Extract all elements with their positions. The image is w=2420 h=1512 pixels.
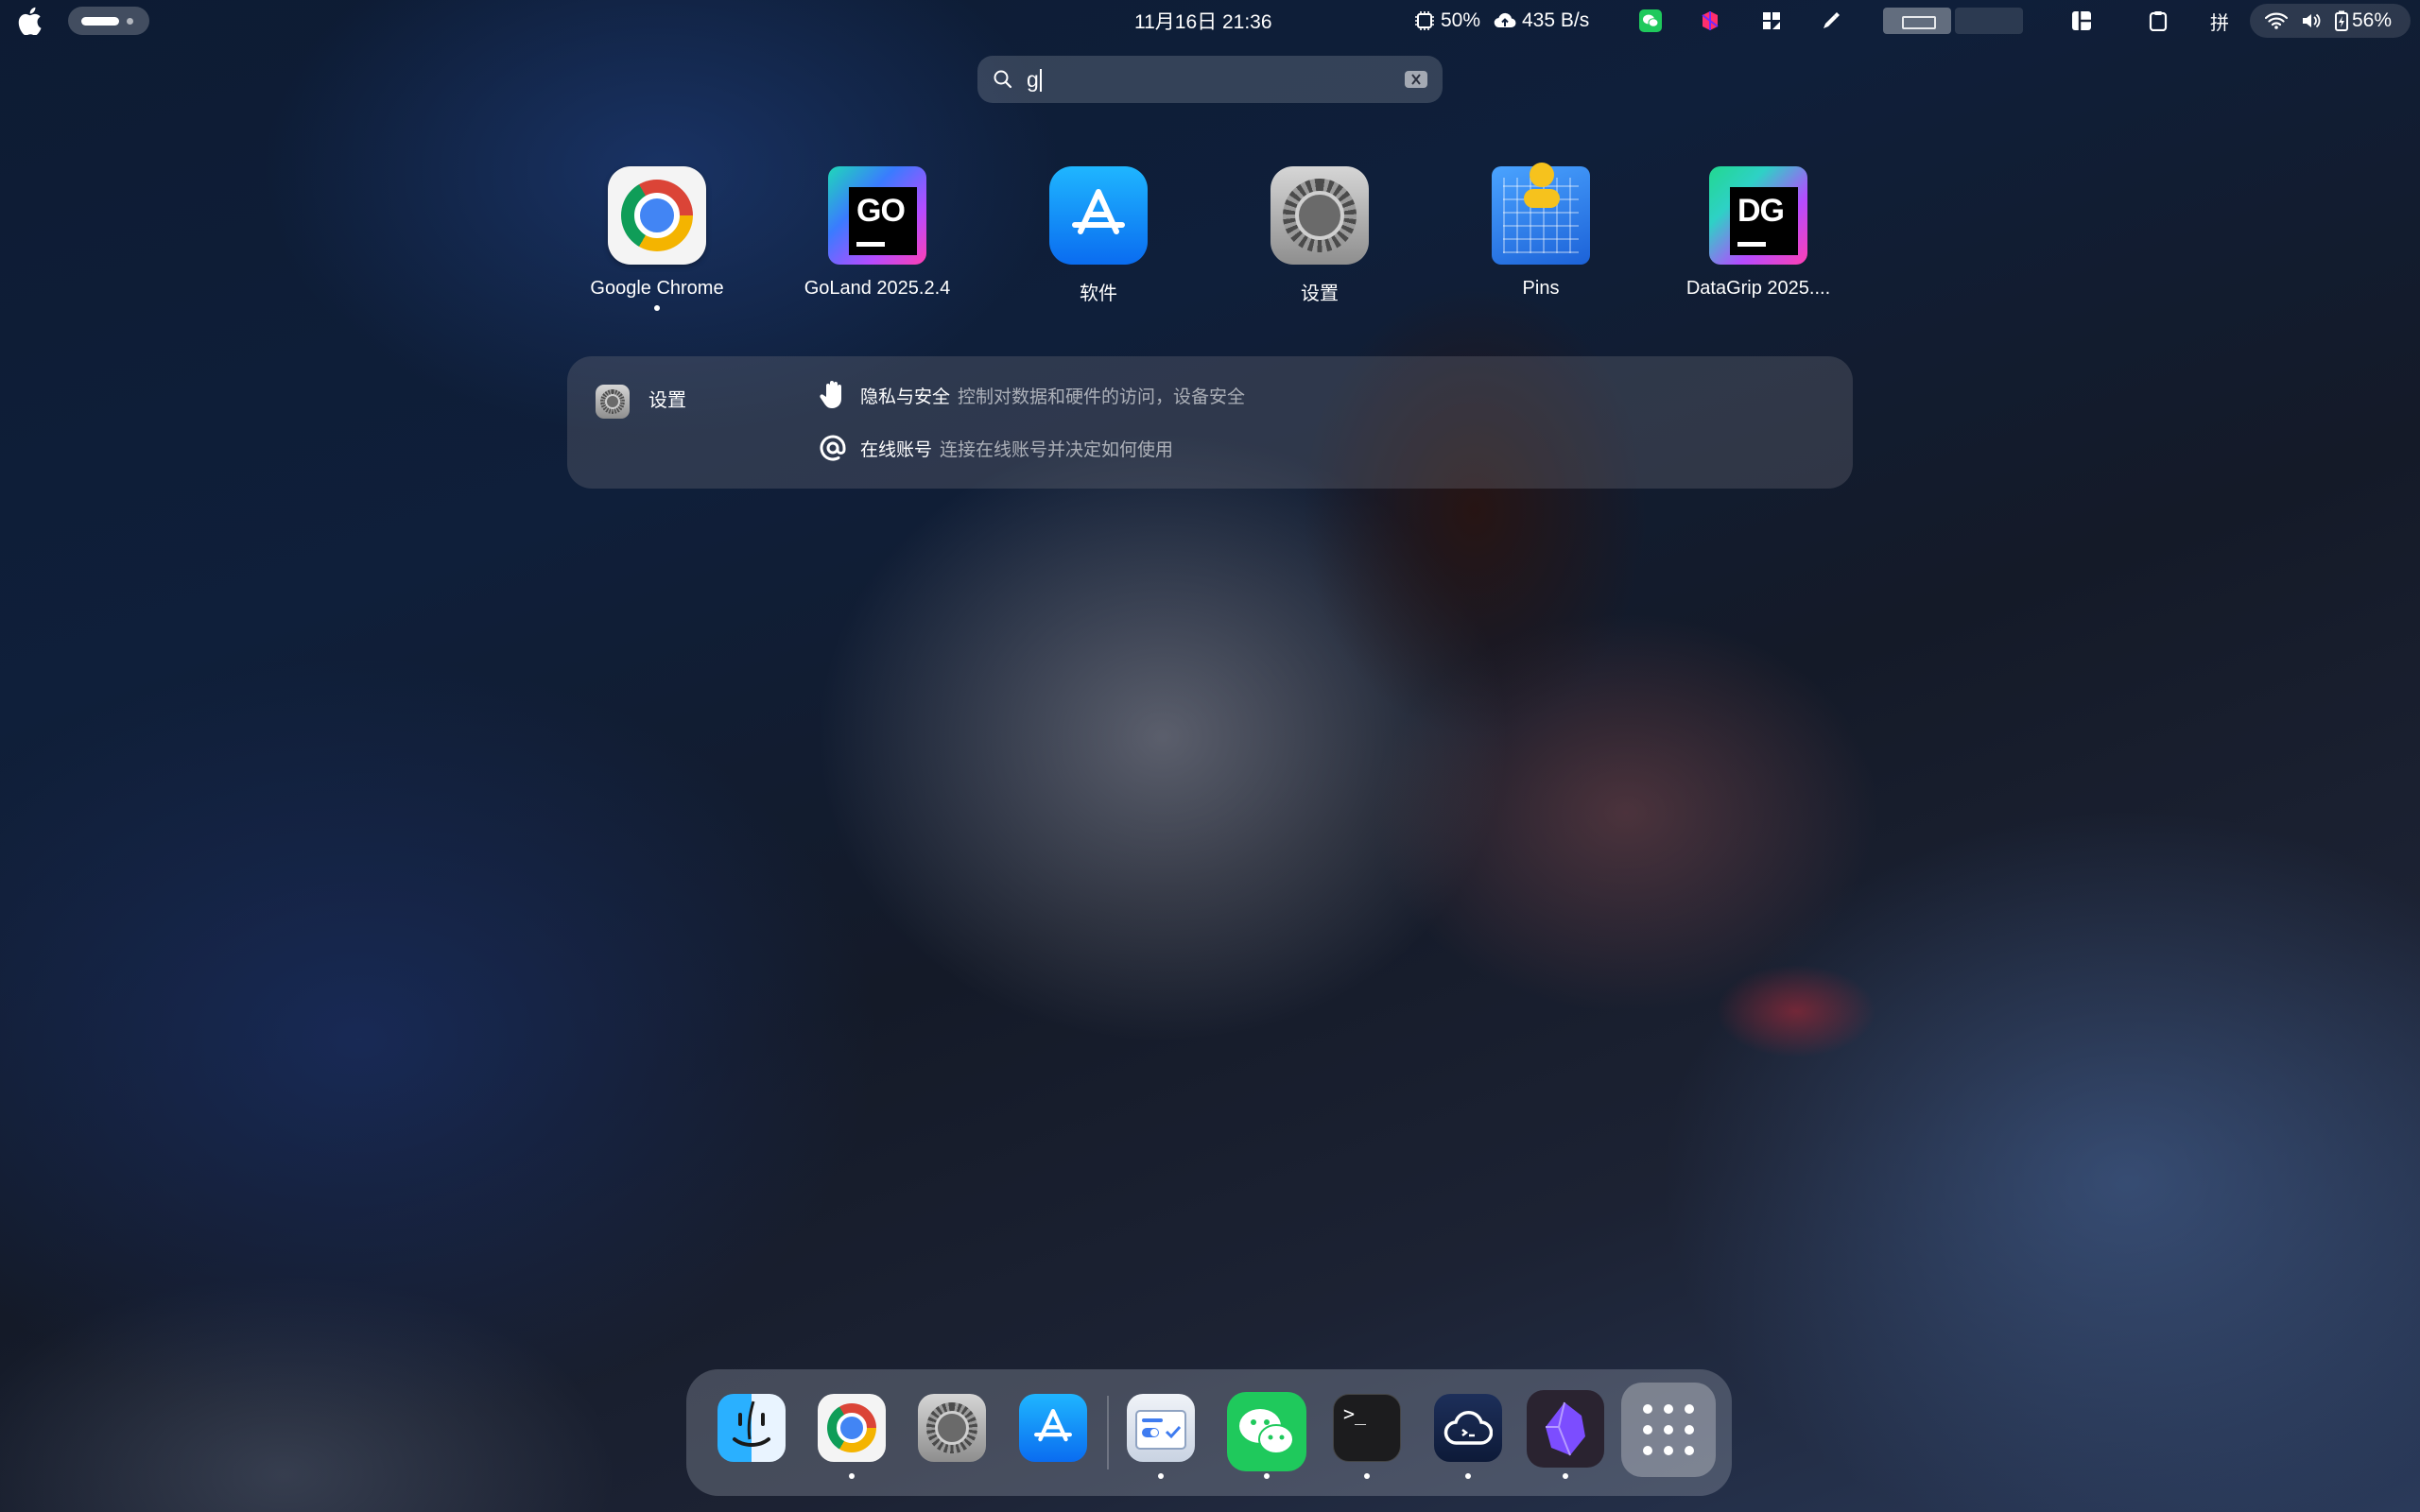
- app-label: Google Chrome: [590, 278, 724, 299]
- cpu-percent: 50%: [1441, 9, 1481, 31]
- dock-chrome-icon[interactable]: [818, 1394, 886, 1462]
- cpu-graph-active: [1883, 8, 1951, 34]
- result-title: 隐私与安全: [860, 387, 951, 407]
- dock-obsidian-icon[interactable]: [1527, 1390, 1604, 1468]
- app-result-pins[interactable]: Pins: [1437, 151, 1645, 300]
- datagrip-logo-text: DG: [1737, 193, 1785, 229]
- window-layout-icon[interactable]: [1761, 0, 1782, 42]
- app-store-icon: [1049, 166, 1148, 265]
- workspace-indicator[interactable]: [68, 7, 149, 35]
- active-workspace-bar: [81, 17, 119, 26]
- datagrip-icon: DG: [1709, 166, 1807, 265]
- battery-percent: 56%: [2352, 9, 2393, 31]
- dock-app-store-icon[interactable]: [1019, 1394, 1087, 1462]
- cpu-monitor[interactable]: 50%: [1414, 0, 1480, 42]
- settings-result-online-accounts[interactable]: 在线账号 连接在线账号并决定如何使用: [817, 432, 1173, 464]
- dock-terminal-icon[interactable]: >_: [1333, 1394, 1401, 1462]
- cpu-graph-idle: [1955, 8, 2023, 34]
- running-indicator: [654, 305, 660, 311]
- running-indicator: [1364, 1473, 1370, 1479]
- app-label: 软件: [1080, 284, 1117, 304]
- dock-clipboard-manager-icon[interactable]: [1127, 1394, 1195, 1462]
- running-indicator: [1264, 1473, 1270, 1479]
- app-label: DataGrip 2025....: [1685, 278, 1831, 299]
- clipboard-icon[interactable]: [2149, 0, 2168, 42]
- dock-settings-icon[interactable]: [918, 1394, 986, 1462]
- input-method-indicator[interactable]: 拼: [2210, 0, 2229, 42]
- control-center[interactable]: 56%: [2250, 4, 2411, 38]
- settings-app-icon: [596, 385, 630, 419]
- cloud-upload-icon: [1494, 12, 1516, 28]
- goland-icon: GO: [828, 166, 926, 265]
- result-title: 在线账号: [860, 439, 933, 460]
- hand-icon: [817, 379, 849, 411]
- date-time[interactable]: 11月16日 21:36: [1134, 0, 1272, 42]
- app-label: GoLand 2025.2.4: [804, 278, 951, 299]
- running-indicator: [1465, 1473, 1471, 1479]
- app-result-settings[interactable]: 设置: [1216, 151, 1424, 305]
- app-result-software[interactable]: 软件: [994, 151, 1202, 305]
- cpu-icon: [1415, 11, 1434, 30]
- app-result-google-chrome[interactable]: Google Chrome: [553, 151, 761, 311]
- inactive-workspace-dot: [127, 18, 133, 25]
- settings-results-panel: 设置 隐私与安全 控制对数据和硬件的访问，设备安全 在线账号 连接在线账号并决定…: [567, 356, 1853, 489]
- settings-app-name: 设置: [648, 390, 686, 411]
- app-tray-icon[interactable]: [1699, 0, 1721, 42]
- result-description: 连接在线账号并决定如何使用: [940, 439, 1174, 460]
- dock-finder-icon[interactable]: [717, 1394, 786, 1462]
- pins-icon: [1492, 163, 1590, 265]
- app-result-datagrip[interactable]: DG DataGrip 2025....: [1654, 151, 1862, 300]
- settings-gear-icon: [1270, 166, 1369, 265]
- at-icon: [817, 432, 849, 464]
- running-indicator: [1563, 1473, 1568, 1479]
- tiling-layout-icon[interactable]: [2071, 0, 2092, 42]
- menu-bar: 11月16日 21:36 50% 435 B/s 拼 56%: [0, 0, 2420, 42]
- wifi-icon: [2265, 12, 2288, 29]
- app-result-goland[interactable]: GO GoLand 2025.2.4: [773, 151, 981, 300]
- running-indicator: [1158, 1473, 1164, 1479]
- volume-icon: [2303, 13, 2321, 28]
- settings-result-privacy[interactable]: 隐私与安全 控制对数据和硬件的访问，设备安全: [817, 379, 1245, 411]
- chrome-icon: [608, 166, 706, 265]
- app-label: Pins: [1522, 278, 1560, 299]
- network-monitor[interactable]: 435 B/s: [1494, 0, 1589, 42]
- dock-vpn-client-icon[interactable]: [1434, 1394, 1502, 1462]
- search-icon: [994, 70, 1012, 89]
- dock-launchpad-icon[interactable]: [1621, 1383, 1716, 1477]
- apple-menu-icon[interactable]: [17, 0, 42, 42]
- battery-status: 56%: [2335, 9, 2392, 32]
- search-input[interactable]: g: [1027, 67, 1405, 93]
- dock-wechat-icon[interactable]: [1227, 1392, 1306, 1471]
- dock-separator: [1107, 1396, 1109, 1469]
- app-results: Google Chrome GO GoLand 2025.2.4 软件 设置 P…: [0, 151, 2420, 321]
- clear-search-icon[interactable]: [1405, 71, 1427, 88]
- result-description: 控制对数据和硬件的访问，设备安全: [958, 387, 1246, 407]
- color-picker-icon[interactable]: [1821, 0, 1841, 42]
- battery-charging-icon: [2335, 10, 2348, 31]
- dock: >_: [686, 1369, 1732, 1496]
- wechat-tray-icon[interactable]: [1639, 0, 1662, 42]
- goland-logo-text: GO: [856, 193, 906, 229]
- app-label: 设置: [1301, 284, 1339, 304]
- net-speed: 435 B/s: [1522, 9, 1590, 31]
- running-indicator: [849, 1473, 855, 1479]
- cpu-usage-graph[interactable]: [1883, 8, 2023, 34]
- search-bar[interactable]: g: [977, 56, 1443, 103]
